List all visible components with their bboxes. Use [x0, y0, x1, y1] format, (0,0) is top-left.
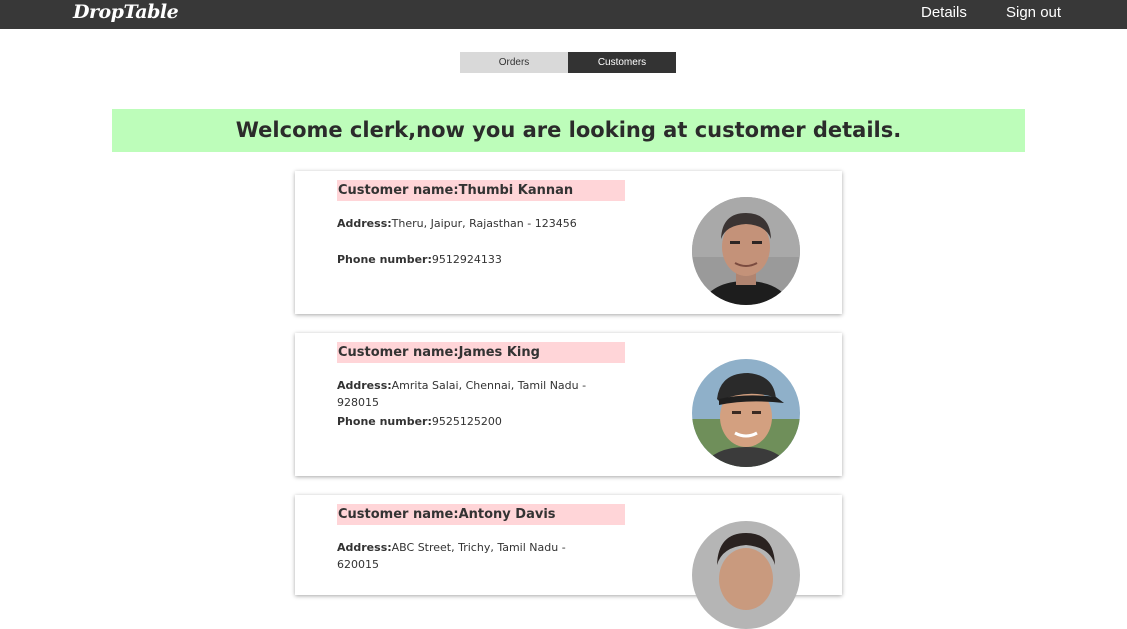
customer-name-label: Customer name: — [338, 345, 459, 360]
phone-value: 9512924133 — [431, 253, 502, 266]
tab-customers[interactable]: Customers — [568, 52, 676, 73]
customer-name-value: Antony Davis — [458, 507, 556, 522]
customer-card: Customer name:James King Address:Amrita … — [295, 333, 842, 476]
customer-address: Address:ABC Street, Trichy, Tamil Nadu -… — [337, 539, 607, 573]
customer-address: Address:Theru, Jaipur, Rajasthan - 12345… — [337, 215, 607, 232]
customer-name: Customer name:Thumbi Kannan — [337, 180, 625, 201]
address-label: Address: — [337, 379, 392, 392]
phone-label: Phone number: — [337, 253, 432, 266]
customer-name: Customer name:James King — [337, 342, 625, 363]
address-label: Address: — [337, 541, 392, 554]
customer-address: Address:Amrita Salai, Chennai, Tamil Nad… — [337, 377, 607, 411]
tab-orders[interactable]: Orders — [460, 52, 568, 73]
customer-name-label: Customer name: — [338, 507, 459, 522]
customer-phone: Phone number:9512924133 — [337, 251, 607, 268]
view-tabs: Orders Customers — [460, 52, 676, 73]
address-value: Theru, Jaipur, Rajasthan - 123456 — [391, 217, 577, 230]
customer-name-value: James King — [458, 345, 540, 360]
customer-name: Customer name:Antony Davis — [337, 504, 625, 525]
customer-avatar — [692, 197, 800, 305]
customer-photo — [692, 359, 800, 467]
customer-phone: Phone number:9525125200 — [337, 413, 607, 430]
customer-card: Customer name:Thumbi Kannan Address:Ther… — [295, 171, 842, 314]
welcome-banner: Welcome clerk,now you are looking at cus… — [112, 109, 1025, 152]
customer-avatar — [692, 359, 800, 467]
brand-logo[interactable]: DropTable — [73, 1, 179, 23]
address-label: Address: — [337, 217, 392, 230]
customer-card: Customer name:Antony Davis Address:ABC S… — [295, 495, 842, 629]
nav-details-link[interactable]: Details — [921, 4, 967, 21]
customer-photo — [692, 197, 800, 305]
phone-label: Phone number: — [337, 415, 432, 428]
customer-name-value: Thumbi Kannan — [458, 183, 574, 198]
customer-avatar — [692, 521, 800, 629]
nav-sign-out-link[interactable]: Sign out — [1006, 4, 1061, 21]
customer-name-label: Customer name: — [338, 183, 459, 198]
customer-photo — [692, 521, 800, 629]
top-navbar: DropTable Details Sign out — [0, 0, 1127, 29]
phone-value: 9525125200 — [431, 415, 502, 428]
